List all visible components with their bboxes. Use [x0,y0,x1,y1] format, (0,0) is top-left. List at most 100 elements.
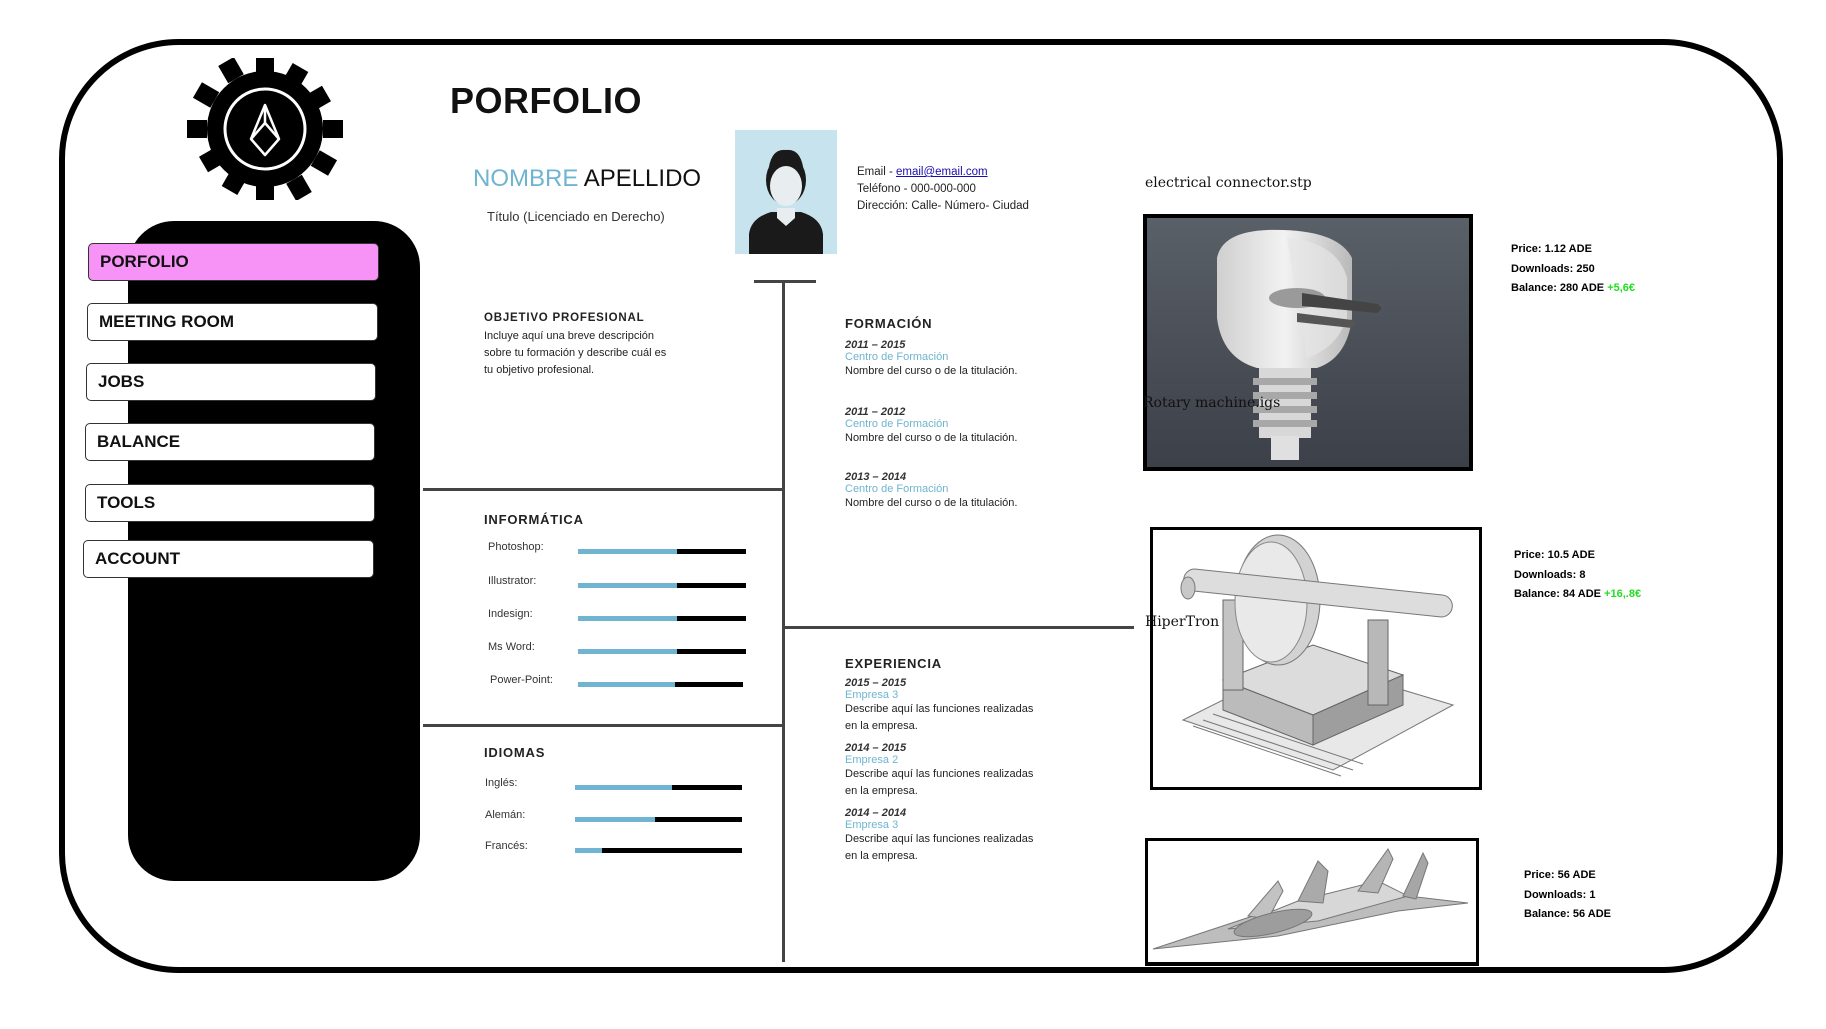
entry-date: 2013 – 2014 [845,471,907,483]
nav-item-jobs[interactable]: JOBS [86,363,376,401]
skill-row: Indesign: [488,608,746,626]
entry-date: 2014 – 2014 [845,807,907,819]
nav-item-meeting-room[interactable]: MEETING ROOM [87,303,378,341]
cv-first-name: NOMBRE [473,165,579,192]
entry-description: Describe aquí las funciones realizadas [845,703,1034,715]
skill-row: Alemán: [485,809,743,827]
objetivo-heading: OBJETIVO PROFESIONAL [484,312,645,324]
divider [784,626,1134,629]
entry-company: Empresa 3 [845,819,899,831]
skill-bar [575,848,742,853]
experiencia-section: EXPERIENCIA 2015 – 2015 Empresa 3 Descri… [845,656,1115,865]
formacion-section: FORMACIÓN 2011 – 2015 Centro de Formació… [845,316,1115,512]
entry-date: 2014 – 2015 [845,742,907,754]
model-overlay-label: Rotary machine.igs [1143,395,1281,411]
model-price: Price: 10.5 ADE [1514,549,1595,561]
divider [423,724,784,727]
skill-row: Illustrator: [488,575,746,593]
skill-bar [578,616,746,621]
model-price: Price: 56 ADE [1524,869,1596,881]
model-stats: Price: 10.5 ADE Downloads: 8 Balance: 84… [1514,546,1641,605]
skill-bar [578,649,746,654]
entry-date: 2011 – 2012 [845,406,906,418]
skill-bar [578,583,746,588]
entry-institution: Centro de Formación [845,483,949,495]
skill-row: Inglés: [485,777,743,795]
skill-row: Power-Point: [490,674,746,692]
informatica-heading: INFORMÁTICA [484,512,584,527]
skill-label: Francés: [485,840,528,852]
cv-name: NOMBRE APELLIDO [473,165,701,193]
skill-bar [575,817,742,822]
model-price: Price: 1.12 ADE [1511,243,1592,255]
cv-titulo: Título (Licenciado en Derecho) [487,209,665,224]
entry-company: Empresa 3 [845,689,899,701]
objetivo-section: OBJETIVO PROFESIONAL Incluye aquí una br… [484,312,734,379]
gear-logo-icon [187,58,343,200]
objetivo-line: sobre tu formación y describe cuál es [484,347,667,359]
model-stats: Price: 56 ADE Downloads: 1 Balance: 56 A… [1524,866,1611,925]
skill-bar [578,682,743,687]
divider [754,280,816,283]
entry-date: 2015 – 2015 [845,677,907,689]
skill-label: Ms Word: [488,641,535,653]
cv-contact: Email - email@email.com Teléfono - 000-0… [857,164,1029,215]
jet-render-icon [1152,848,1469,950]
model-balance: Balance: 280 ADE [1511,282,1605,294]
divider [423,488,784,491]
model-overlay-label: HiperTron [1145,614,1220,630]
model-change: +16,.8€ [1604,588,1642,600]
nav-item-tools[interactable]: TOOLS [85,484,375,522]
entry-institution: Centro de Formación [845,351,949,363]
entry-description: Nombre del curso o de la titulación. [845,497,1018,509]
experiencia-entry: 2014 – 2015 Empresa 2 Describe aquí las … [845,742,1115,800]
skill-row: Francés: [485,840,743,858]
idiomas-heading: IDIOMAS [484,745,546,760]
entry-date: 2011 – 2015 [845,339,906,351]
nav-item-porfolio[interactable]: PORFOLIO [88,243,379,281]
entry-description: Nombre del curso o de la titulación. [845,365,1018,377]
nav-item-balance[interactable]: BALANCE [85,423,375,461]
experiencia-entry: 2014 – 2014 Empresa 3 Describe aquí las … [845,807,1115,865]
model-title[interactable]: electrical connector.stp [1145,175,1312,191]
entry-description: Nombre del curso o de la titulación. [845,432,1018,444]
formacion-heading: FORMACIÓN [845,316,933,331]
entry-description: Describe aquí las funciones realizadas [845,768,1034,780]
formacion-entry: 2011 – 2015 Centro de Formación Nombre d… [845,339,1115,380]
email-label: Email - [857,166,893,178]
formacion-entry: 2013 – 2014 Centro de Formación Nombre d… [845,471,1115,512]
model-downloads: Downloads: 1 [1524,888,1596,901]
entry-description: en la empresa. [845,720,918,732]
skill-row: Photoshop: [488,541,746,559]
skill-label: Alemán: [485,809,526,821]
skill-bar [578,549,746,554]
experiencia-entry: 2015 – 2015 Empresa 3 Describe aquí las … [845,677,1115,735]
objetivo-line: tu objetivo profesional. [484,364,595,376]
entry-description: en la empresa. [845,785,918,797]
model-stats: Price: 1.12 ADE Downloads: 250 Balance: … [1511,240,1635,299]
entry-description: en la empresa. [845,850,918,862]
model-preview-hipertron[interactable] [1150,527,1482,790]
model-preview-connector[interactable] [1143,214,1473,471]
entry-institution: Centro de Formación [845,418,949,430]
machine-render-icon [1180,534,1455,777]
page-title: PORFOLIO [450,80,642,121]
skill-label: Power-Point: [490,674,553,686]
skill-label: Illustrator: [488,575,537,587]
objetivo-line: Incluye aquí una breve descripción [484,330,654,342]
skill-label: Indesign: [488,608,533,620]
skill-row: Ms Word: [488,641,746,659]
entry-company: Empresa 2 [845,754,899,766]
entry-description: Describe aquí las funciones realizadas [845,833,1034,845]
experiencia-heading: EXPERIENCIA [845,656,942,671]
connector-render-icon [1147,218,1469,467]
model-downloads: Downloads: 250 [1511,262,1595,275]
phone-text: Teléfono - 000-000-000 [857,183,976,195]
nav-item-account[interactable]: ACCOUNT [83,540,374,578]
email-link[interactable]: email@email.com [896,166,988,178]
model-preview-jet[interactable] [1145,838,1479,966]
address-text: Dirección: Calle- Número- Ciudad [857,200,1029,212]
skill-label: Photoshop: [488,541,544,553]
cv-last-name: APELLIDO [583,165,702,192]
skill-bar [575,785,742,790]
